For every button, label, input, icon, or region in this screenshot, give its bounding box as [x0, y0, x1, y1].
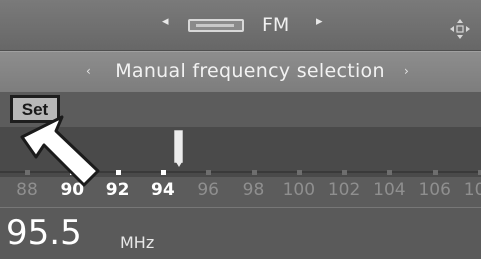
scale-tick-108	[478, 170, 481, 175]
scale-label-104: 104	[373, 180, 406, 200]
band-label[interactable]: FM	[262, 14, 289, 36]
scale-tick-92	[115, 170, 121, 175]
four-way-nav-icon	[450, 19, 470, 39]
source-bar: ◂ FM ▸	[0, 0, 481, 51]
frequency-value: 95.5	[6, 213, 82, 253]
scale-label-106: 106	[418, 180, 451, 200]
pointer-hand-icon	[20, 115, 100, 187]
frequency-unit: MHz	[120, 233, 155, 252]
cassette-icon	[188, 19, 244, 32]
scale-tick-94	[160, 170, 166, 175]
scale-label-102: 102	[327, 180, 361, 200]
scale-label-96: 96	[197, 180, 220, 200]
tuning-needle[interactable]	[174, 130, 183, 167]
radio-screen: ◂ FM ▸ ‹ Manual frequency selection › Se…	[0, 0, 481, 259]
submenu-title[interactable]: Manual frequency selection	[100, 60, 400, 82]
prev-source-arrow[interactable]: ◂	[162, 14, 169, 29]
scale-tick-98	[251, 170, 257, 175]
scale-tick-102	[342, 170, 348, 175]
next-source-arrow[interactable]: ▸	[316, 14, 323, 29]
submenu-next-chevron[interactable]: ›	[404, 64, 409, 78]
scale-tick-106	[432, 170, 438, 175]
submenu-bar: ‹ Manual frequency selection ›	[0, 51, 481, 92]
scale-label-100: 100	[282, 180, 316, 200]
scale-tick-96	[206, 170, 212, 175]
scale-tick-104	[387, 170, 393, 175]
submenu-prev-chevron[interactable]: ‹	[86, 64, 91, 78]
scale-label-92: 92	[105, 180, 130, 200]
scale-label-98: 98	[242, 180, 265, 200]
scale-label-108: 108	[463, 180, 481, 200]
scale-label-94: 94	[151, 180, 175, 200]
scale-tick-100	[296, 170, 302, 175]
